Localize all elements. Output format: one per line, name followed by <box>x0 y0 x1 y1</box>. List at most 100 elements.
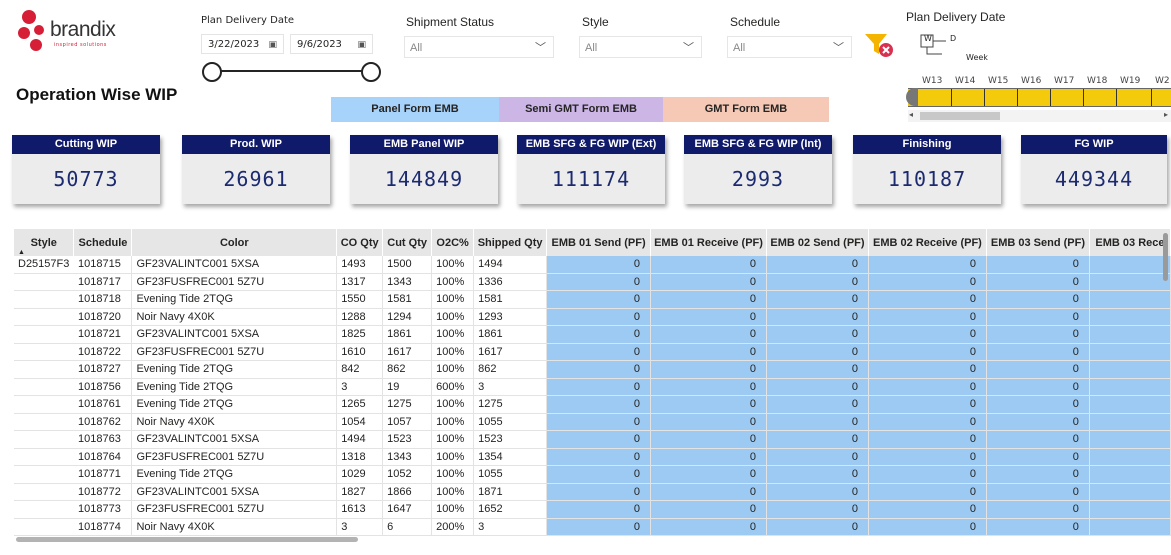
table-cell: 862 <box>382 360 433 379</box>
table-row[interactable]: 1018727 Evening Tide 2TQG 842 862 100% 862 0 0 0… <box>14 360 1171 379</box>
week-label[interactable]: W17 <box>1054 76 1074 86</box>
kpi-card-cutting-wip: Cutting WIP 50773 <box>12 135 160 204</box>
sort-ascending-icon[interactable]: ▲ <box>18 249 25 256</box>
table-row[interactable]: 1018764 GF23FUSFREC001 5Z7U 1318 1343 100% 13… <box>14 448 1171 466</box>
column-header[interactable]: EMB 02 Send (PF) <box>766 229 869 256</box>
column-header[interactable]: EMB 01 Send (PF) <box>546 229 652 256</box>
kpi-label: FG WIP <box>1021 135 1167 154</box>
table-cell: 0 <box>766 430 869 449</box>
week-scrollbar[interactable]: ◂ ▸ <box>908 110 1171 122</box>
table-cell: 1343 <box>382 448 433 466</box>
table-row[interactable]: 1018722 GF23FUSFREC001 5Z7U 1610 1617 100% 16… <box>14 343 1171 361</box>
table-cell: 100% <box>431 413 475 431</box>
column-header[interactable]: EMB 03 Rece <box>1089 229 1171 256</box>
tab-semi-gmt-form-emb[interactable]: Semi GMT Form EMB <box>499 97 663 122</box>
table-cell: Noir Navy 4X0K <box>131 413 338 431</box>
column-header[interactable]: EMB 02 Receive (PF) <box>868 229 987 256</box>
table-row[interactable]: 1018763 GF23VALINTC001 5XSA 1494 1523 100% 15… <box>14 430 1171 449</box>
scrollbar-thumb[interactable] <box>920 112 1000 120</box>
table-horizontal-scrollbar[interactable] <box>16 537 358 542</box>
table-row[interactable]: 1018762 Noir Navy 4X0K 1054 1057 100% 1055 0 0 0… <box>14 413 1171 431</box>
calendar-icon[interactable]: ▣ <box>357 35 366 55</box>
table-cell: D25157F3 <box>14 256 74 274</box>
table-cell: 0 <box>986 518 1090 536</box>
schedule-label: Schedule <box>730 15 781 29</box>
table-row[interactable]: 1018721 GF23VALINTC001 5XSA 1825 1861 100% 18… <box>14 325 1171 344</box>
table-cell: 100% <box>431 430 475 449</box>
table-cell: 0 <box>766 413 869 431</box>
table-cell: 0 <box>868 483 987 501</box>
scroll-right-icon[interactable]: ▸ <box>1164 110 1168 119</box>
table-row[interactable]: 1018771 Evening Tide 2TQG 1029 1052 100% 1055… <box>14 465 1171 484</box>
hierarchy-selector[interactable]: W D Week <box>920 34 990 64</box>
table-row[interactable]: 1018718 Evening Tide 2TQG 1550 1581 100% 1581… <box>14 290 1171 309</box>
week-slicer-title: Plan Delivery Date <box>906 10 1006 24</box>
shipment-status-dropdown[interactable]: All ﹀ <box>404 36 554 58</box>
style-dropdown[interactable]: All ﹀ <box>579 36 702 58</box>
week-label[interactable]: W2 <box>1155 76 1170 86</box>
column-header[interactable]: O2C% <box>431 229 475 256</box>
week-label[interactable]: W15 <box>988 76 1008 86</box>
table-row[interactable]: D25157F3 1018715 GF23VALINTC001 5XSA 1493 15… <box>14 256 1171 274</box>
kpi-card-emb-sfg-fg-int: EMB SFG & FG WIP (Int) 2993 <box>684 135 832 204</box>
table-cell: 0 <box>766 500 869 519</box>
week-range-handle[interactable] <box>906 88 918 106</box>
column-header[interactable]: CO Qty <box>336 229 384 256</box>
column-header[interactable]: Color <box>131 229 338 256</box>
tab-panel-form-emb[interactable]: Panel Form EMB <box>331 97 499 122</box>
end-date-input[interactable]: 9/6/2023 ▣ <box>290 34 373 54</box>
table-cell: 0 <box>868 343 987 361</box>
table-cell: 0 <box>546 378 652 396</box>
column-header[interactable]: EMB 01 Receive (PF) <box>650 229 767 256</box>
kpi-card-prod-wip: Prod. WIP 26961 <box>182 135 330 204</box>
table-cell: 0 <box>546 343 652 361</box>
column-header[interactable]: Schedule <box>73 229 133 256</box>
week-label[interactable]: W13 <box>922 76 942 86</box>
scrollbar-thumb[interactable] <box>1163 233 1168 281</box>
table-cell: 0 <box>986 500 1090 519</box>
table-cell: 100% <box>431 325 475 344</box>
table-cell: 100% <box>431 308 475 326</box>
kpi-label: Finishing <box>853 135 1001 154</box>
table-row[interactable]: 1018772 GF23VALINTC001 5XSA 1827 1866 100% 18… <box>14 483 1171 501</box>
table-row[interactable]: 1018774 Noir Navy 4X0K 3 6 200% 3 0 0 0 0 0 <box>14 518 1171 536</box>
week-label[interactable]: W16 <box>1021 76 1041 86</box>
column-header[interactable]: Cut Qty <box>382 229 433 256</box>
table-cell <box>14 378 74 396</box>
column-header[interactable]: Style ▲ <box>14 229 75 256</box>
tab-gmt-form-emb[interactable]: GMT Form EMB <box>663 97 829 122</box>
column-header[interactable]: Shipped Qty <box>473 229 548 256</box>
table-cell: 0 <box>766 256 869 274</box>
date-range-slider-track[interactable] <box>213 70 373 72</box>
table-cell <box>1089 256 1171 274</box>
table-cell: 0 <box>650 360 767 379</box>
week-label[interactable]: W19 <box>1120 76 1140 86</box>
table-cell: 0 <box>546 518 652 536</box>
table-row[interactable]: 1018717 GF23FUSFREC001 5Z7U 1317 1343 100% 13… <box>14 273 1171 291</box>
table-cell: 0 <box>766 465 869 484</box>
table-row[interactable]: 1018756 Evening Tide 2TQG 3 19 600% 3 0 0 0 0 0 <box>14 378 1171 396</box>
table-row[interactable]: 1018773 GF23FUSFREC001 5Z7U 1613 1647 100% 16… <box>14 500 1171 519</box>
clear-filter-icon[interactable] <box>864 32 896 60</box>
slider-end-handle[interactable] <box>361 62 381 82</box>
schedule-dropdown[interactable]: All ﹀ <box>727 36 852 58</box>
slider-start-handle[interactable] <box>202 62 222 82</box>
table-cell: 0 <box>650 465 767 484</box>
scroll-left-icon[interactable]: ◂ <box>909 110 913 119</box>
table-row[interactable]: 1018761 Evening Tide 2TQG 1265 1275 100% 1275… <box>14 395 1171 414</box>
table-cell <box>14 360 74 379</box>
table-cell: 0 <box>546 413 652 431</box>
shipment-status-label: Shipment Status <box>406 15 495 29</box>
week-label[interactable]: W14 <box>955 76 975 86</box>
table-cell: 842 <box>336 360 384 379</box>
week-timeline-bar[interactable] <box>908 88 1171 107</box>
table-row[interactable]: 1018720 Noir Navy 4X0K 1288 1294 100% 1293 0 0 0… <box>14 308 1171 326</box>
table-cell: 1617 <box>473 343 548 361</box>
calendar-icon[interactable]: ▣ <box>268 35 277 55</box>
column-header[interactable]: EMB 03 Send (PF) <box>986 229 1090 256</box>
start-date-input[interactable]: 3/22/2023 ▣ <box>201 34 284 54</box>
table-vertical-scrollbar[interactable] <box>1161 229 1171 539</box>
kpi-card-emb-panel-wip: EMB Panel WIP 144849 <box>350 135 498 204</box>
week-label[interactable]: W18 <box>1087 76 1107 86</box>
logo-tagline: inspired solutions <box>54 42 107 48</box>
